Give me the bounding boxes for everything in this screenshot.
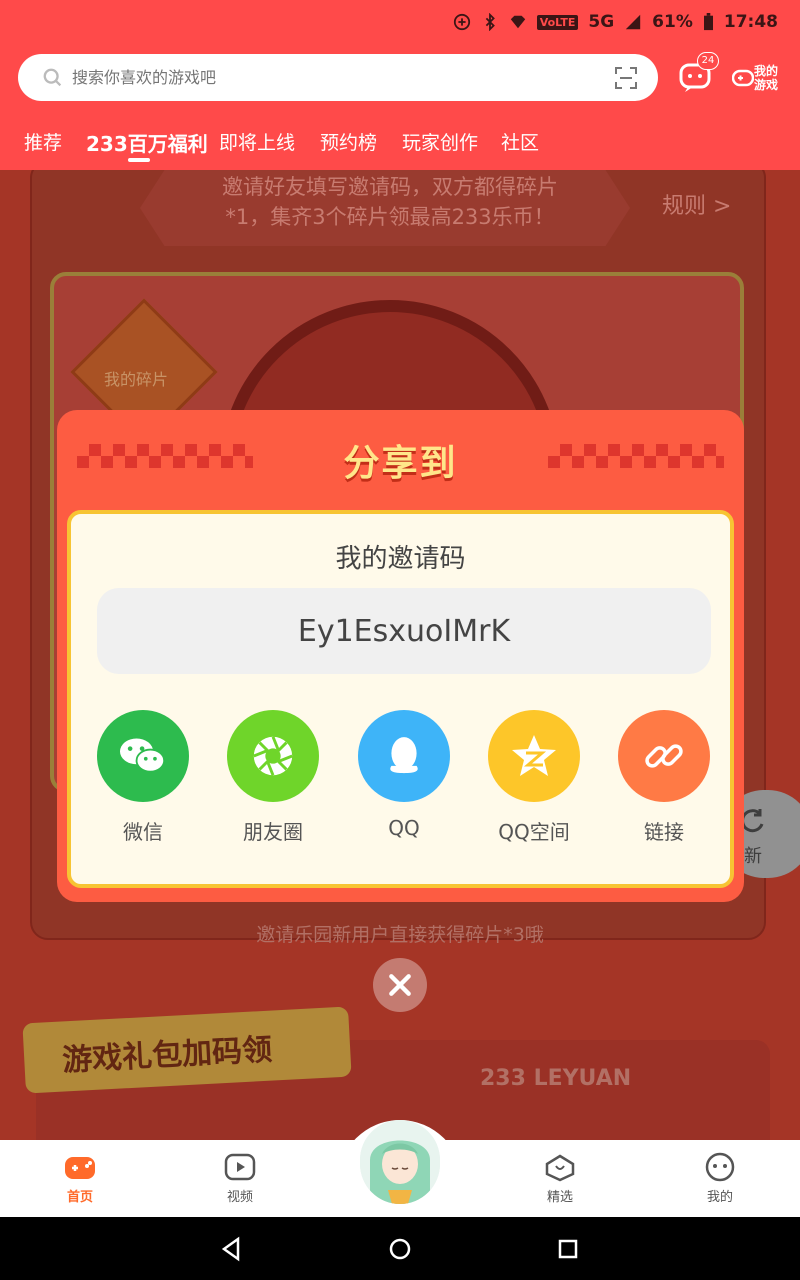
scan-icon[interactable] xyxy=(614,66,638,90)
share-qzone-label: QQ空间 xyxy=(498,820,570,844)
my-games-label: 我的 游戏 xyxy=(754,64,778,92)
tab-recommended[interactable]: 推荐 xyxy=(24,128,62,155)
home-gamepad-icon xyxy=(65,1157,95,1179)
search-icon xyxy=(43,68,62,86)
back-icon[interactable] xyxy=(218,1235,246,1263)
signal-icon xyxy=(625,14,641,30)
invite-code-box[interactable]: Ey1EsxuoIMrK xyxy=(97,588,711,674)
home-icon[interactable] xyxy=(386,1235,414,1263)
data-saver-icon xyxy=(453,13,470,31)
status-bar: VoLTE 5G 61% 17:48 xyxy=(0,0,800,46)
nav-profile[interactable]: 我的 xyxy=(680,1152,760,1205)
nav-featured-label: 精选 xyxy=(546,1190,573,1205)
share-moments-label: 朋友圈 xyxy=(243,820,303,844)
dialog-content: 我的邀请码 Ey1EsxuoIMrK 微信 朋友圈 QQ QQ空间 链接 xyxy=(67,510,734,888)
share-moments[interactable]: 朋友圈 xyxy=(213,710,333,845)
gamepad-icon xyxy=(732,69,754,87)
my-games-line1: 我的 xyxy=(754,64,779,78)
wechat-icon xyxy=(97,710,189,802)
volte-indicator: VoLTE xyxy=(536,14,579,30)
nav-home-label: 首页 xyxy=(66,1190,93,1205)
my-games-line2: 游戏 xyxy=(754,78,779,92)
share-wechat-label: 微信 xyxy=(123,820,163,844)
dialog-title: 分享到 xyxy=(343,443,458,484)
tab-community[interactable]: 社区 xyxy=(501,128,539,155)
tab-player-creation[interactable]: 玩家创作 xyxy=(402,128,478,155)
active-tab-indicator xyxy=(128,158,150,162)
share-qzone[interactable]: QQ空间 xyxy=(474,710,594,845)
battery-icon xyxy=(703,13,713,31)
top-header: 24 我的 游戏 推荐 233百万福利 即将上线 预约榜 玩家创作 社区 xyxy=(0,46,800,170)
bottom-navigation: 首页 视频 精选 我的 xyxy=(0,1120,800,1217)
share-wechat[interactable]: 微信 xyxy=(83,710,203,845)
recents-icon[interactable] xyxy=(554,1235,582,1263)
profile-face-icon xyxy=(705,1152,735,1182)
close-dialog-button[interactable] xyxy=(373,958,427,1012)
battery-percentage: 61% xyxy=(652,12,693,32)
search-input[interactable] xyxy=(72,68,592,87)
share-dialog: 分享到 我的邀请码 Ey1EsxuoIMrK 微信 朋友圈 QQ QQ空间 链接 xyxy=(57,410,744,902)
share-qq[interactable]: QQ xyxy=(344,710,464,840)
featured-heart-icon xyxy=(545,1154,575,1182)
qq-icon xyxy=(358,710,450,802)
tab-coming-soon[interactable]: 即将上线 xyxy=(219,128,295,155)
nav-home[interactable]: 首页 xyxy=(40,1152,120,1205)
close-icon xyxy=(389,974,411,996)
nav-video-label: 视频 xyxy=(226,1190,253,1205)
avatar-character-icon xyxy=(360,1120,440,1204)
invite-code-label: 我的邀请码 xyxy=(335,544,466,574)
tab-233-million-benefits[interactable]: 233百万福利 xyxy=(86,128,208,157)
nav-featured[interactable]: 精选 xyxy=(520,1152,600,1205)
message-badge: 24 xyxy=(697,52,719,70)
bluetooth-icon xyxy=(485,13,495,31)
qzone-icon xyxy=(488,710,580,802)
network-type: 5G xyxy=(588,12,615,32)
moments-icon xyxy=(227,710,319,802)
category-tabs: 推荐 233百万福利 即将上线 预约榜 玩家创作 社区 xyxy=(0,126,800,166)
nav-profile-label: 我的 xyxy=(706,1190,733,1205)
diamond-icon xyxy=(510,15,525,29)
video-icon xyxy=(224,1153,256,1181)
share-qq-label: QQ xyxy=(388,816,420,840)
center-avatar[interactable] xyxy=(360,1120,440,1204)
my-games-button[interactable]: 我的 游戏 xyxy=(732,62,784,96)
tab-reservation-ranking[interactable]: 预约榜 xyxy=(320,128,377,155)
share-link-label: 链接 xyxy=(644,820,684,844)
clock: 17:48 xyxy=(723,12,778,32)
search-bar[interactable] xyxy=(18,54,658,101)
nav-video[interactable]: 视频 xyxy=(200,1152,280,1205)
system-navigation-bar xyxy=(0,1217,800,1280)
share-link[interactable]: 链接 xyxy=(604,710,724,845)
link-icon xyxy=(618,710,710,802)
